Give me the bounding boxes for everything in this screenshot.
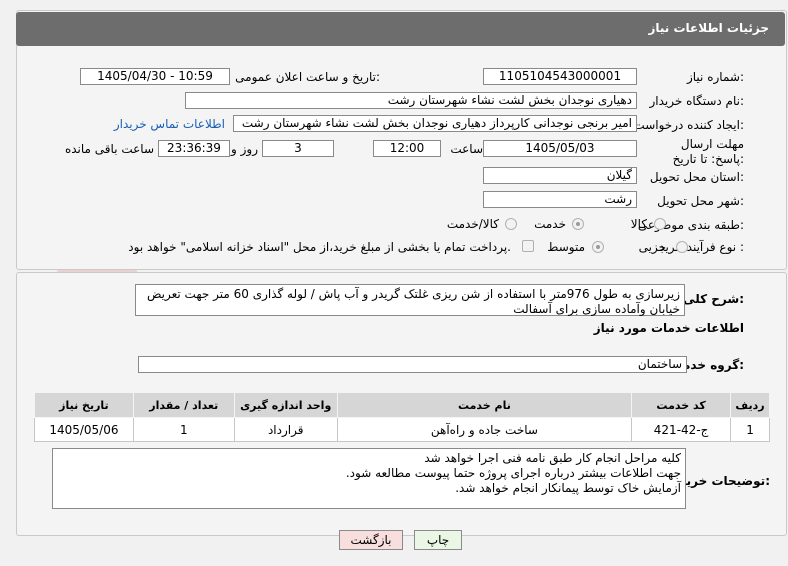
services-table: تاریخ نیاز تعداد / مقدار واحد اندازه گیر… xyxy=(34,392,770,442)
back-button[interactable]: بازگشت xyxy=(339,530,403,550)
category-option-service: خدمت xyxy=(534,217,566,231)
services-heading: اطلاعات خدمات مورد نیاز xyxy=(593,321,744,335)
buyer-note-line: کلیه مراحل انجام کار طبق نامه فنی اجرا خ… xyxy=(424,451,681,465)
announce-datetime-field[interactable]: 1405/04/30 - 10:59 xyxy=(80,68,230,85)
need-number-label: شماره نیاز: xyxy=(686,70,744,84)
province-label: استان محل تحویل: xyxy=(649,170,744,184)
province-field[interactable]: گیلان xyxy=(483,167,637,184)
days-label: روز و xyxy=(231,142,258,156)
col-service-name: نام خدمت xyxy=(336,392,633,418)
creator-field[interactable]: امیر برنجی نوجدانی کارپرداز دهیاری نوجدا… xyxy=(233,115,637,132)
category-option-goods: کالا xyxy=(630,217,647,231)
panel-header: جزئیات اطلاعات نیاز xyxy=(16,12,785,46)
table-header-row: تاریخ نیاز تعداد / مقدار واحد اندازه گیر… xyxy=(34,392,770,418)
buyer-contact-link[interactable]: اطلاعات تماس خریدار xyxy=(114,117,225,131)
category-radio-goods-service[interactable] xyxy=(505,218,517,230)
buyer-notes-textarea[interactable]: کلیه مراحل انجام کار طبق نامه فنی اجرا خ… xyxy=(52,448,686,509)
purchase-radio-small[interactable] xyxy=(676,241,688,253)
print-button[interactable]: چاپ xyxy=(414,530,462,550)
deadline-date-field[interactable]: 1405/05/03 xyxy=(483,140,637,157)
cell-service-code: ج-42-421 xyxy=(631,417,732,442)
creator-label: ایجاد کننده درخواست: xyxy=(633,118,744,132)
cell-service-name: ساخت جاده و راه‌آهن xyxy=(336,417,633,442)
remaining-time-field[interactable]: 23:36:39 xyxy=(158,140,230,157)
treasury-payment-note: پرداخت تمام یا بخشی از مبلغ خرید،از محل … xyxy=(128,240,511,254)
col-need-date: تاریخ نیاز xyxy=(34,392,134,418)
col-quantity: تعداد / مقدار xyxy=(132,392,235,418)
col-row-number: ردیف xyxy=(730,392,770,418)
page-title: جزئیات اطلاعات نیاز xyxy=(648,21,769,35)
purchase-type-label: نوع فرآیند خرید : xyxy=(659,240,744,254)
deadline-time-field[interactable]: 12:00 xyxy=(373,140,441,157)
table-row[interactable]: 1405/05/06 1 قرارداد ساخت جاده و راه‌آهن… xyxy=(34,417,770,442)
summary-textarea[interactable]: زیرسازی به طول 976متر با استفاده از شن ر… xyxy=(135,284,685,316)
buyer-org-field[interactable]: دهیاری نوجدان بخش لشت نشاء شهرستان رشت xyxy=(185,92,637,109)
cell-quantity: 1 xyxy=(132,417,235,442)
city-label: شهر محل تحویل: xyxy=(657,194,744,208)
deadline-time-label: ساعت xyxy=(450,142,483,156)
buyer-org-label: نام دستگاه خریدار: xyxy=(649,94,745,108)
need-number-field[interactable]: 1105104543000001 xyxy=(483,68,637,85)
remaining-time-label: ساعت باقی مانده xyxy=(64,142,154,156)
cell-unit: قرارداد xyxy=(233,417,338,442)
col-service-code: کد خدمت xyxy=(631,392,732,418)
category-radio-service[interactable] xyxy=(572,218,584,230)
deadline-label: مهلت ارسال پاسخ: تا تاریخ: xyxy=(672,137,744,166)
purchase-radio-medium[interactable] xyxy=(592,241,604,253)
announce-label: تاریخ و ساعت اعلان عمومی: xyxy=(235,70,380,84)
treasury-payment-checkbox[interactable] xyxy=(522,240,534,252)
buyer-note-line: آزمایش خاک توسط پیمانکار انجام خواهد شد. xyxy=(455,481,681,495)
category-radio-goods[interactable] xyxy=(654,218,666,230)
category-option-goods-service: کالا/خدمت xyxy=(446,217,499,231)
buyer-note-line: جهت اطلاعات بیشتر درباره اجرای پروژه حتم… xyxy=(345,466,681,480)
purchase-option-medium: متوسط xyxy=(547,240,585,254)
col-unit: واحد اندازه گیری xyxy=(233,392,338,418)
city-field[interactable]: رشت xyxy=(483,191,637,208)
cell-need-date: 1405/05/06 xyxy=(34,417,134,442)
days-field[interactable]: 3 xyxy=(262,140,334,157)
purchase-option-small: جزیی xyxy=(638,240,666,254)
cell-row-number: 1 xyxy=(730,417,770,442)
service-group-field[interactable]: ساختمان xyxy=(138,356,687,373)
